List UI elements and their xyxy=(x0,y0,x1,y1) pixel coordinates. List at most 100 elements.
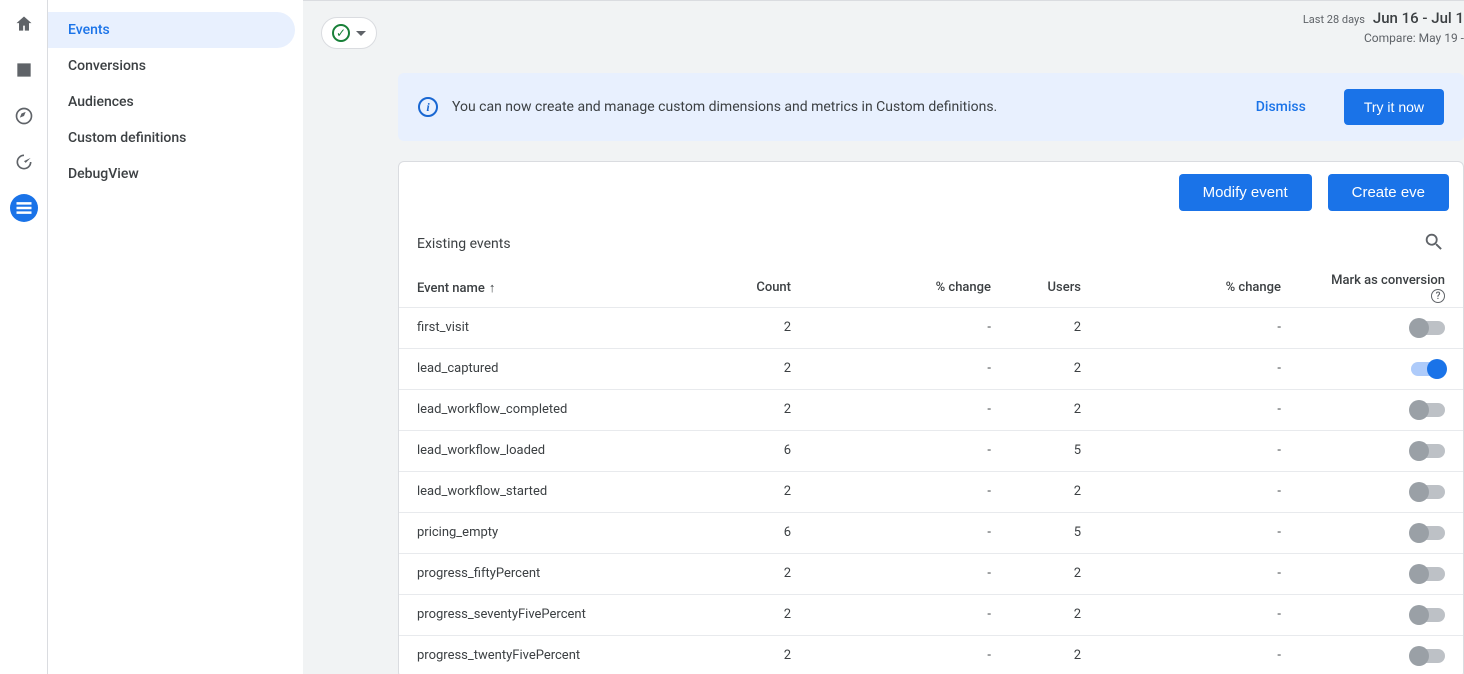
conversion-toggle[interactable] xyxy=(1411,649,1445,663)
col-mark-conversion: Mark as conversion? xyxy=(1299,269,1463,307)
conversion-toggle[interactable] xyxy=(1411,485,1445,499)
subnav-conversions[interactable]: Conversions xyxy=(48,48,295,84)
content-area: Last 28 days Jun 16 - Jul 1 Compare: May… xyxy=(303,0,1464,674)
date-range-label: Last 28 days xyxy=(1303,13,1365,26)
change-count-cell: - xyxy=(809,553,1009,594)
users-cell: 2 xyxy=(1009,635,1099,674)
change-users-cell: - xyxy=(1099,553,1299,594)
change-count-cell: - xyxy=(809,512,1009,553)
help-icon[interactable]: ? xyxy=(1431,289,1445,303)
subnav-debugview[interactable]: DebugView xyxy=(48,156,295,192)
rail-advertising-icon[interactable] xyxy=(10,148,38,176)
count-cell: 6 xyxy=(719,512,809,553)
conversion-toggle[interactable] xyxy=(1411,567,1445,581)
event-name-cell[interactable]: lead_workflow_completed xyxy=(399,389,719,430)
table-row: pricing_empty6-5- xyxy=(399,512,1463,553)
count-cell: 2 xyxy=(719,635,809,674)
table-row: progress_twentyFivePercent2-2- xyxy=(399,635,1463,674)
conversion-toggle[interactable] xyxy=(1411,526,1445,540)
users-cell: 2 xyxy=(1009,553,1099,594)
event-name-cell[interactable]: lead_captured xyxy=(399,348,719,389)
table-row: lead_workflow_completed2-2- xyxy=(399,389,1463,430)
conversion-cell xyxy=(1299,553,1463,594)
banner-dismiss-button[interactable]: Dismiss xyxy=(1256,99,1306,115)
event-name-cell[interactable]: progress_fiftyPercent xyxy=(399,553,719,594)
info-icon: i xyxy=(418,97,438,117)
conversion-cell xyxy=(1299,307,1463,348)
date-range-value: Jun 16 - Jul 1 xyxy=(1373,9,1464,27)
subnav-audiences[interactable]: Audiences xyxy=(48,84,295,120)
date-range-selector[interactable]: Last 28 days Jun 16 - Jul 1 Compare: May… xyxy=(1303,9,1464,45)
event-name-cell[interactable]: lead_workflow_loaded xyxy=(399,430,719,471)
topbar: ✓ xyxy=(303,1,1464,65)
info-banner: i You can now create and manage custom d… xyxy=(398,73,1464,141)
conversion-cell xyxy=(1299,430,1463,471)
conversion-cell xyxy=(1299,512,1463,553)
change-count-cell: - xyxy=(809,348,1009,389)
change-users-cell: - xyxy=(1099,389,1299,430)
modify-event-button[interactable]: Modify event xyxy=(1179,174,1312,211)
users-cell: 5 xyxy=(1009,512,1099,553)
conversion-toggle[interactable] xyxy=(1411,608,1445,622)
events-panel: Modify event Create eve Existing events … xyxy=(398,161,1464,674)
users-cell: 2 xyxy=(1009,594,1099,635)
conversion-toggle[interactable] xyxy=(1411,321,1445,335)
count-cell: 2 xyxy=(719,348,809,389)
conversion-cell xyxy=(1299,471,1463,512)
event-name-cell[interactable]: progress_seventyFivePercent xyxy=(399,594,719,635)
table-row: lead_workflow_started2-2- xyxy=(399,471,1463,512)
change-count-cell: - xyxy=(809,389,1009,430)
status-filter-button[interactable]: ✓ xyxy=(321,17,377,49)
change-users-cell: - xyxy=(1099,594,1299,635)
change-users-cell: - xyxy=(1099,307,1299,348)
search-icon[interactable] xyxy=(1423,231,1445,257)
users-cell: 5 xyxy=(1009,430,1099,471)
table-row: lead_workflow_loaded6-5- xyxy=(399,430,1463,471)
date-range-compare: Compare: May 19 - xyxy=(1303,31,1464,45)
change-users-cell: - xyxy=(1099,430,1299,471)
change-users-cell: - xyxy=(1099,635,1299,674)
users-cell: 2 xyxy=(1009,471,1099,512)
change-count-cell: - xyxy=(809,635,1009,674)
conversion-toggle[interactable] xyxy=(1411,403,1445,417)
col-change-count[interactable]: % change xyxy=(809,269,1009,307)
users-cell: 2 xyxy=(1009,307,1099,348)
change-users-cell: - xyxy=(1099,471,1299,512)
configure-subnav: Events Conversions Audiences Custom defi… xyxy=(48,0,303,674)
table-row: progress_fiftyPercent2-2- xyxy=(399,553,1463,594)
change-users-cell: - xyxy=(1099,348,1299,389)
subnav-events[interactable]: Events xyxy=(48,12,295,48)
col-count[interactable]: Count xyxy=(719,269,809,307)
change-count-cell: - xyxy=(809,307,1009,348)
change-users-cell: - xyxy=(1099,512,1299,553)
panel-title: Existing events xyxy=(417,236,511,252)
table-row: lead_captured2-2- xyxy=(399,348,1463,389)
col-users[interactable]: Users xyxy=(1009,269,1099,307)
subnav-custom-definitions[interactable]: Custom definitions xyxy=(48,120,295,156)
rail-reports-icon[interactable] xyxy=(10,56,38,84)
panel-actions: Modify event Create eve xyxy=(399,162,1463,223)
conversion-cell xyxy=(1299,389,1463,430)
col-event-name[interactable]: Event name↑ xyxy=(399,269,719,307)
conversion-cell xyxy=(1299,348,1463,389)
col-change-users[interactable]: % change xyxy=(1099,269,1299,307)
banner-message: You can now create and manage custom dim… xyxy=(452,99,1242,115)
count-cell: 6 xyxy=(719,430,809,471)
event-name-cell[interactable]: pricing_empty xyxy=(399,512,719,553)
event-name-cell[interactable]: lead_workflow_started xyxy=(399,471,719,512)
count-cell: 2 xyxy=(719,389,809,430)
conversion-toggle[interactable] xyxy=(1411,362,1445,376)
rail-explore-icon[interactable] xyxy=(10,102,38,130)
event-name-cell[interactable]: progress_twentyFivePercent xyxy=(399,635,719,674)
count-cell: 2 xyxy=(719,553,809,594)
create-event-button[interactable]: Create eve xyxy=(1328,174,1449,211)
event-name-cell[interactable]: first_visit xyxy=(399,307,719,348)
conversion-toggle[interactable] xyxy=(1411,444,1445,458)
count-cell: 2 xyxy=(719,594,809,635)
users-cell: 2 xyxy=(1009,389,1099,430)
change-count-cell: - xyxy=(809,471,1009,512)
rail-configure-icon[interactable] xyxy=(10,194,38,222)
change-count-cell: - xyxy=(809,430,1009,471)
banner-try-button[interactable]: Try it now xyxy=(1344,89,1444,125)
rail-home-icon[interactable] xyxy=(10,10,38,38)
